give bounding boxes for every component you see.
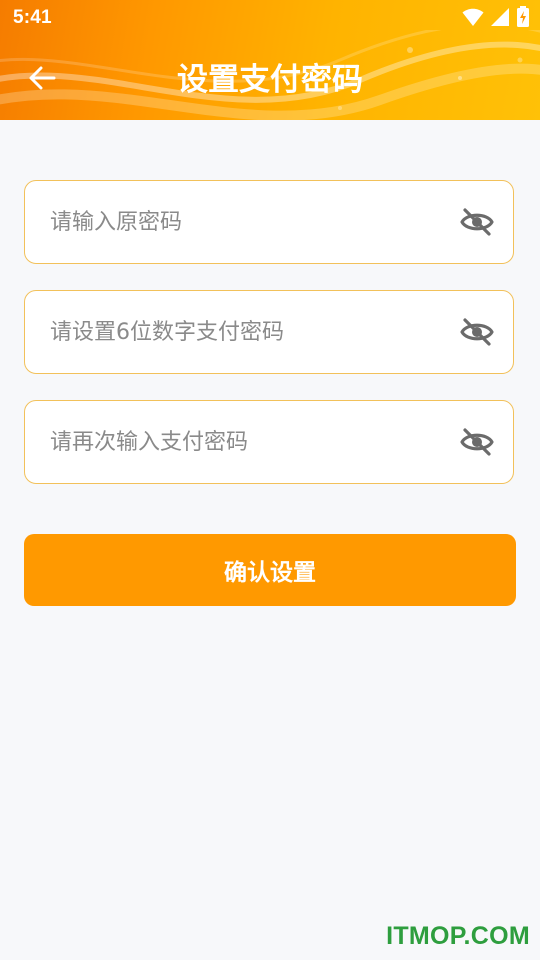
old-password-input[interactable] xyxy=(50,181,450,263)
visibility-toggle-button[interactable] xyxy=(459,205,495,239)
status-bar: 5:41 xyxy=(0,0,540,36)
wifi-icon xyxy=(462,8,484,26)
watermark-text: ITMOP.COM xyxy=(386,922,530,950)
eye-off-icon xyxy=(460,428,494,456)
eye-off-icon xyxy=(460,318,494,346)
battery-charging-icon xyxy=(517,6,529,27)
confirm-password-field[interactable] xyxy=(24,400,514,484)
header-bar: 5:41 设置支付密码 xyxy=(0,0,540,120)
visibility-toggle-button[interactable] xyxy=(459,425,495,459)
eye-off-icon xyxy=(460,208,494,236)
confirm-password-input[interactable] xyxy=(50,401,450,483)
new-password-input[interactable] xyxy=(50,291,450,373)
visibility-toggle-button[interactable] xyxy=(459,315,495,349)
confirm-settings-button[interactable]: 确认设置 xyxy=(24,534,516,606)
status-icons xyxy=(462,6,530,28)
old-password-field[interactable] xyxy=(24,180,514,264)
signal-icon xyxy=(491,8,509,26)
status-time: 5:41 xyxy=(13,7,52,28)
page-title: 设置支付密码 xyxy=(177,62,363,98)
new-password-field[interactable] xyxy=(24,290,514,374)
